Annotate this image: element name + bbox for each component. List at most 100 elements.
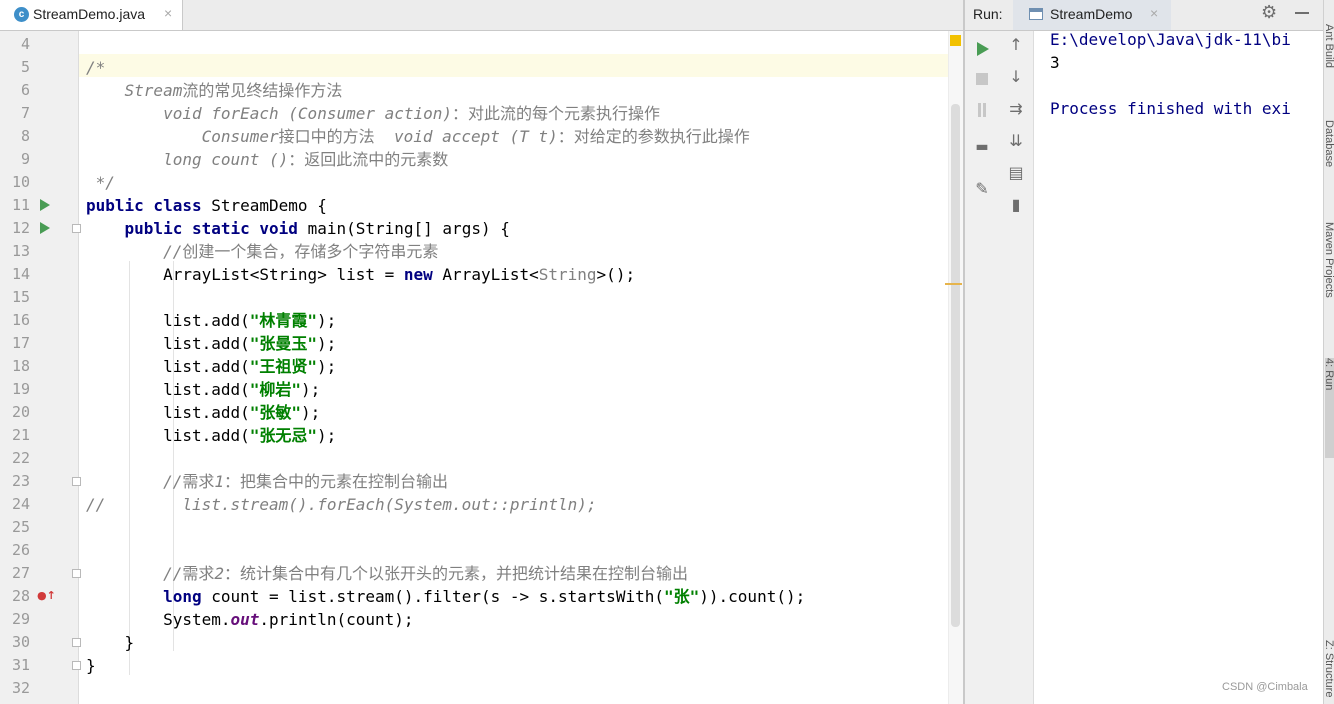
code-token: "王祖贤" (249, 357, 318, 376)
run-panel-header: Run: StreamDemo × ⚙ (965, 0, 1323, 31)
code-token: list.add( (86, 380, 250, 399)
editor-scrollbar-thumb[interactable] (951, 104, 960, 627)
code-line[interactable]: void forEach (Consumer action)：对此流的每个元素执… (86, 102, 660, 125)
code-line[interactable]: /* (86, 56, 105, 79)
line-number: 15 (11, 288, 30, 306)
code-token: list.add( (86, 311, 250, 330)
code-line[interactable]: */ (86, 171, 115, 194)
code-line[interactable]: list.add("张曼玉"); (86, 332, 336, 355)
tool-tab-run[interactable]: 4: Run (1324, 358, 1334, 458)
editor-tab-streamdemo[interactable]: c StreamDemo.java × (0, 0, 183, 30)
console-window-icon (1029, 8, 1043, 20)
code-token: ：把集合中的元素在控制台输出 (223, 472, 448, 491)
tool-tab-maven-projects[interactable]: Maven Projects (1324, 222, 1334, 298)
pin-icon[interactable]: ✎ (972, 179, 992, 198)
code-line[interactable]: ArrayList<String> list = new ArrayList<S… (86, 263, 635, 286)
line-number: 16 (11, 311, 30, 329)
code-token: new (403, 265, 443, 284)
code-token: list.add( (86, 357, 250, 376)
close-tab-icon[interactable]: × (164, 5, 172, 21)
run-class-icon[interactable] (40, 199, 50, 211)
code-line[interactable]: list.add("林青霞"); (86, 309, 336, 332)
code-line[interactable]: System.out.println(count); (86, 608, 414, 631)
line-number: 31 (11, 656, 30, 674)
code-editor[interactable]: /* Stream流的常见终结操作方法 void forEach (Consum… (79, 31, 964, 704)
code-token: "张无忌" (249, 426, 318, 445)
trash-icon[interactable]: ▮ (1006, 195, 1026, 214)
editor-tab-label: StreamDemo.java (33, 6, 146, 22)
minimize-icon[interactable] (1295, 12, 1309, 14)
scroll-up-icon[interactable]: ↑ (1006, 35, 1026, 54)
code-token: "林青霞" (249, 311, 318, 330)
right-tool-window-bar: Ant Build Database Maven Projects 4: Run… (1323, 0, 1334, 704)
code-token: ：返回此流中的元素数 (288, 150, 449, 169)
line-number: 20 (11, 403, 30, 421)
code-token: .println(count); (259, 610, 414, 629)
code-token: ); (317, 426, 337, 445)
run-tab-streamdemo[interactable]: StreamDemo × (1013, 0, 1171, 30)
code-line[interactable]: //需求1：把集合中的元素在控制台输出 (86, 470, 448, 493)
print-icon[interactable]: ▤ (1006, 163, 1026, 182)
code-line[interactable]: // list.stream().forEach(System.out::pri… (86, 493, 597, 516)
line-number-gutter[interactable]: 4 5 6 7 8 9 10 11 12 13 14 15 16 17 18 19 20 21 22 23 24 25 26… (0, 31, 81, 704)
code-token: public static void (124, 219, 308, 238)
code-token: "柳岩" (249, 380, 302, 399)
tool-tab-database[interactable]: Database (1324, 120, 1334, 167)
console-output[interactable]: E:\develop\Java\jdk-11\bi 3 Process fini… (1034, 31, 1323, 704)
code-token: 需求 (182, 564, 215, 583)
code-line[interactable]: Stream流的常见终结操作方法 (86, 79, 343, 102)
code-line[interactable]: list.add("张无忌"); (86, 424, 336, 447)
scroll-down-icon[interactable]: ↓ (1006, 67, 1026, 86)
code-token: String (538, 265, 597, 284)
caret-line-highlight (79, 54, 963, 77)
tool-tab-ant-build[interactable]: Ant Build (1324, 24, 1334, 68)
code-token: ); (301, 403, 321, 422)
code-line[interactable]: public static void main(String[] args) { (86, 217, 510, 240)
gear-icon[interactable]: ⚙ (1261, 2, 1277, 23)
soft-wrap-icon[interactable]: ⇉ (1006, 99, 1026, 118)
code-line[interactable]: //需求2：统计集合中有几个以张开头的元素，并把统计结果在控制台输出 (86, 562, 688, 585)
code-token: "张敏" (249, 403, 302, 422)
restore-layout-icon[interactable]: ▬ (972, 139, 992, 155)
code-line[interactable]: public class StreamDemo { (86, 194, 327, 217)
code-line[interactable]: Consumer接口中的方法 void accept (T t)：对给定的参数执… (86, 125, 750, 148)
code-token: } (86, 656, 96, 675)
pause-icon[interactable] (976, 103, 988, 117)
code-token: System. (86, 610, 231, 629)
code-line[interactable]: list.add("张敏"); (86, 401, 320, 424)
close-run-tab-icon[interactable]: × (1150, 5, 1158, 21)
code-line[interactable]: } (86, 654, 96, 677)
code-token: 接口中的方法 (278, 127, 394, 146)
rerun-icon[interactable] (977, 42, 989, 56)
code-token: ：对给定的参数执行此操作 (557, 127, 750, 146)
warning-indicator-icon[interactable] (950, 35, 961, 46)
line-number: 24 (11, 495, 30, 513)
breakpoint-override-icon[interactable]: ●↑ (37, 589, 56, 602)
line-number: 11 (11, 196, 30, 214)
line-number: 25 (11, 518, 30, 536)
stop-icon[interactable] (976, 73, 988, 85)
run-main-icon[interactable] (40, 222, 50, 234)
line-number: 12 (11, 219, 30, 237)
code-token: list.add( (86, 403, 250, 422)
tool-tab-structure[interactable]: Z: Structure (1324, 640, 1334, 697)
code-token: ArrayList<String> list = (86, 265, 404, 284)
run-label: Run: (973, 6, 1003, 22)
watermark-text: CSDN @Cimbala (1222, 681, 1308, 693)
code-line[interactable]: list.add("王祖贤"); (86, 355, 336, 378)
code-token: Stream (86, 81, 183, 100)
line-number: 18 (11, 357, 30, 375)
line-number: 27 (11, 564, 30, 582)
code-line[interactable]: long count ()：返回此流中的元素数 (86, 148, 448, 171)
line-number: 26 (11, 541, 30, 559)
editor-tab-bar: c StreamDemo.java × (0, 0, 963, 31)
code-token: main(String[] args) { (307, 219, 510, 238)
scroll-to-end-icon[interactable]: ⇊ (1006, 131, 1026, 150)
code-token: count = list.stream().filter(s -> s.star… (211, 587, 664, 606)
code-line[interactable]: //创建一个集合，存储多个字符串元素 (86, 240, 438, 263)
warning-marker[interactable] (945, 283, 962, 285)
code-line[interactable]: long count = list.stream().filter(s -> s… (86, 585, 805, 608)
code-line[interactable]: } (86, 631, 135, 654)
code-line[interactable]: list.add("柳岩"); (86, 378, 320, 401)
